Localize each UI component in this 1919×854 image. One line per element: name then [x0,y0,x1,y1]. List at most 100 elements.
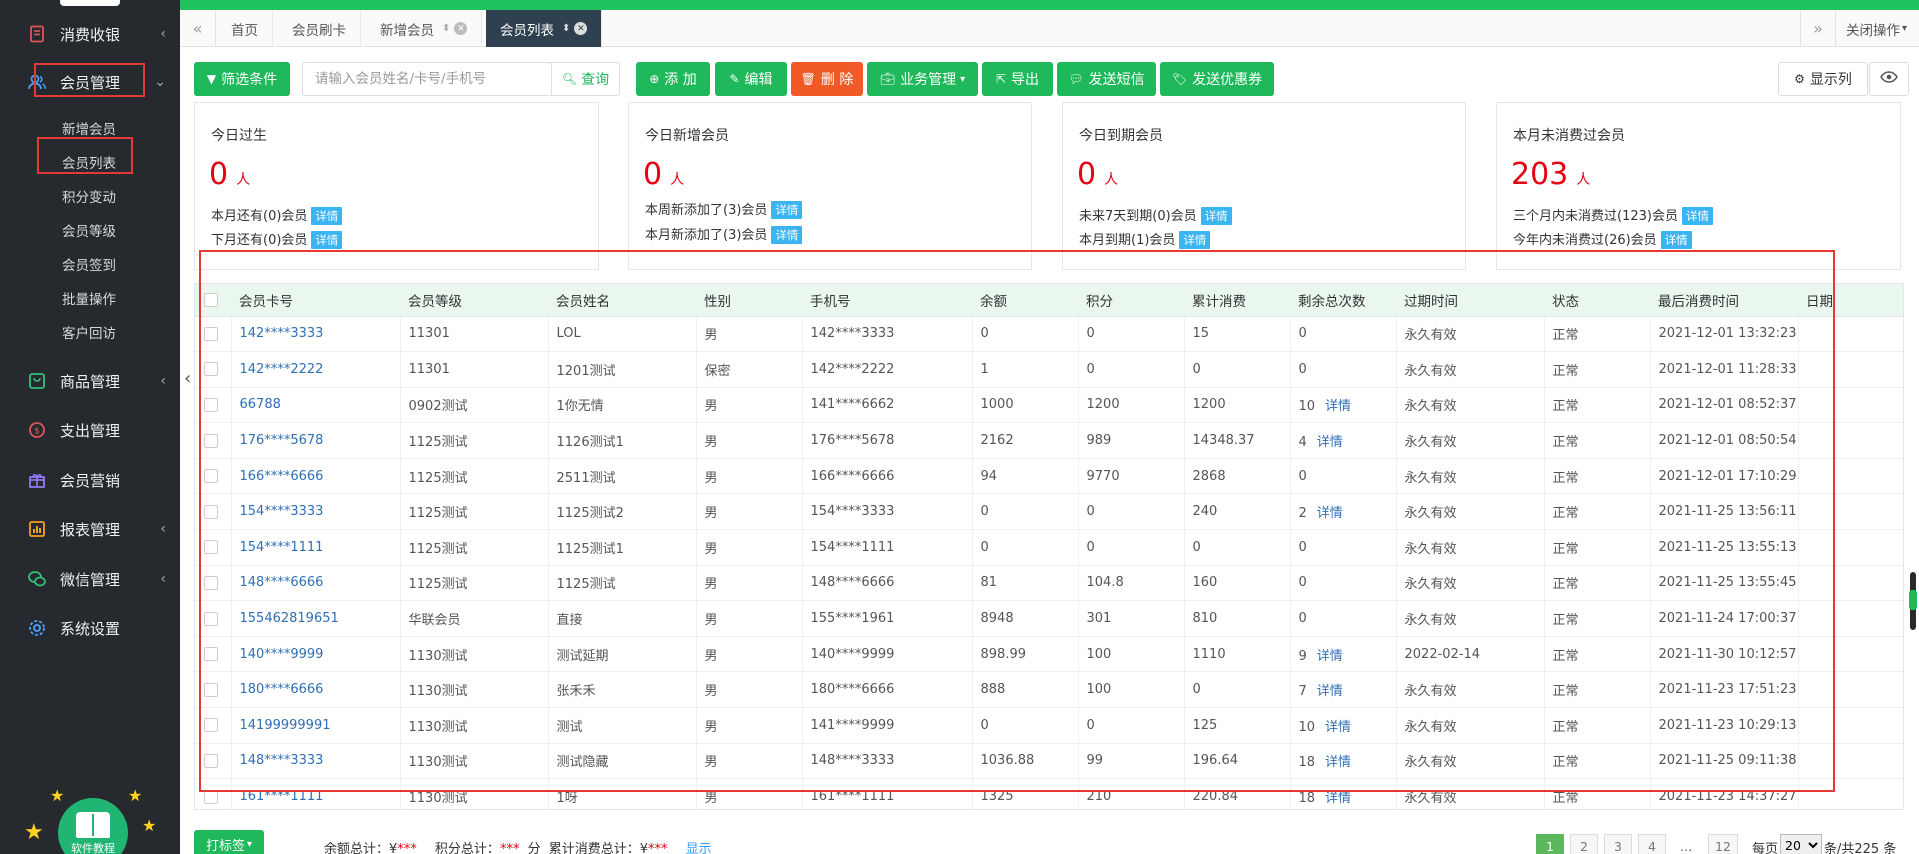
tab-member-swipe[interactable]: 会员刷卡 [278,10,361,47]
tab-scroll-right-button[interactable]: » [1800,10,1836,47]
row-checkbox[interactable] [204,647,218,662]
tab-scroll-left-button[interactable]: « [180,10,216,47]
row-checkbox[interactable] [204,469,218,484]
detail-badge[interactable]: 详情 [1179,231,1211,249]
detail-link[interactable]: 详情 [1317,649,1343,664]
page-button-1[interactable]: 1 [1536,834,1564,854]
query-button[interactable]: 🔍︎ 查询 [551,63,619,95]
menu-system-settings[interactable]: 系统设置 [0,606,180,650]
send-sms-button[interactable]: 💬︎ 发送短信 [1057,62,1156,96]
table-row[interactable]: 148****3333 1130测试 测试隐藏 男 148****3333 1036.88… [195,743,1903,780]
column-header[interactable]: 状态 [1544,284,1650,317]
submenu-batch-operation[interactable]: 批量操作 [62,288,116,308]
menu-report-management[interactable]: 报表管理 ‹ [0,507,180,551]
table-row[interactable]: 14199999991 1130测试 测试 男 141****9999 0 0 125 10 详情… [195,707,1903,744]
close-icon[interactable]: ✕ [454,22,468,35]
tab-member-list[interactable]: 会员列表 ⬍ ✕ [486,10,603,47]
detail-link[interactable]: 详情 [1325,791,1351,806]
card-number-cell[interactable]: 142****3333 [231,316,401,353]
card-number-cell[interactable]: 176****5678 [231,422,401,459]
column-header[interactable]: 最后消费时间 [1650,284,1798,317]
row-checkbox[interactable] [204,789,218,804]
card-number-cell[interactable]: 148****6666 [231,565,401,602]
card-number-cell-text[interactable]: 140****9999 [240,647,324,662]
card-number-cell-text[interactable]: 176****5678 [240,433,324,448]
card-number-cell[interactable]: 154****1111 [231,529,401,566]
detail-badge[interactable]: 详情 [1660,231,1692,249]
detail-link[interactable]: 详情 [1325,720,1351,735]
row-checkbox[interactable] [204,718,218,733]
row-checkbox[interactable] [204,753,218,768]
submenu-member-checkin[interactable]: 会员签到 [62,254,116,274]
card-number-cell-text[interactable]: 155462819651 [240,611,339,626]
submenu-add-member[interactable]: 新增会员 [62,118,116,138]
card-number-cell-text[interactable]: 142****2222 [240,362,324,377]
detail-link[interactable]: 详情 [1317,506,1343,521]
card-number-cell[interactable]: 180****6666 [231,671,401,709]
card-number-cell-text[interactable]: 180****6666 [240,682,324,697]
menu-expense-management[interactable]: $ 支出管理 [0,408,180,452]
tab-home[interactable]: 首页 [217,10,273,47]
search-input[interactable] [303,63,553,95]
column-header[interactable]: 会员等级 [400,284,548,317]
close-operations-button[interactable]: 关闭操作 ▾ [1846,10,1907,47]
card-number-cell-text[interactable]: 148****6666 [240,575,324,590]
column-header[interactable]: 余额 [972,284,1078,317]
menu-wechat-management[interactable]: 微信管理 ‹ [0,557,180,601]
card-number-cell-text[interactable]: 166****6666 [240,469,324,484]
table-row[interactable]: 140****9999 1130测试 测试延期 男 140****9999 898.99 1… [195,636,1903,673]
column-header[interactable]: 剩余总次数 [1290,284,1396,317]
display-columns-button[interactable]: ⚙ 显示列 [1778,62,1868,96]
row-checkbox[interactable] [204,611,218,626]
row-checkbox[interactable] [204,682,218,697]
card-number-cell[interactable]: 161****1111 [231,778,401,809]
card-number-cell-text[interactable]: 154****1111 [240,540,324,555]
menu-member-management[interactable]: 会员管理 ⌄ [0,60,180,104]
detail-link[interactable]: 详情 [1317,435,1343,450]
table-row[interactable]: 142****2222 11301 1201测试 保密 142****2222 1 0 0 0 永… [195,351,1903,388]
submenu-member-level[interactable]: 会员等级 [62,220,116,240]
tutorial-button[interactable]: 软件教程 [58,798,128,854]
card-number-cell[interactable]: 142****2222 [231,351,401,388]
column-header[interactable]: 会员姓名 [548,284,696,317]
row-checkbox[interactable] [204,540,218,555]
column-header[interactable]: 过期时间 [1396,284,1544,317]
column-header[interactable]: 手机号 [802,284,972,317]
column-header[interactable]: 积分 [1078,284,1184,317]
detail-link[interactable]: 详情 [1317,684,1343,699]
column-header[interactable]: 累计消费 [1184,284,1290,317]
card-number-cell[interactable]: 155462819651 [231,600,401,637]
table-row[interactable]: 154****3333 1125测试 1125测试2 男 154****3333 0 0 24… [195,493,1903,531]
row-checkbox[interactable] [204,397,218,412]
detail-badge[interactable]: 详情 [771,201,803,219]
card-number-cell-text[interactable]: 142****3333 [240,326,324,341]
page-button-2[interactable]: 2 [1570,834,1598,854]
detail-badge[interactable]: 详情 [1681,207,1713,225]
pin-icon[interactable]: ⬍ [562,23,570,34]
close-icon[interactable]: ✕ [574,22,588,35]
detail-badge[interactable]: 详情 [311,207,343,225]
scrollbar-thumb[interactable] [1909,590,1917,610]
card-number-cell[interactable]: 154****3333 [231,493,401,531]
detail-badge[interactable]: 详情 [771,226,803,244]
detail-badge[interactable]: 详情 [1200,207,1232,225]
send-coupon-button[interactable]: 🏷︎ 发送优惠券 [1160,62,1274,96]
toggle-view-button[interactable] [1869,62,1909,96]
row-checkbox[interactable] [204,362,218,377]
detail-badge[interactable]: 详情 [311,231,343,249]
table-row[interactable]: 161****1111 1130测试 1呀 男 161****1111 1325 210 22… [195,778,1903,809]
card-number-cell-text[interactable]: 161****1111 [240,789,324,804]
tab-add-member[interactable]: 新增会员 ⬍ ✕ [366,10,483,47]
show-totals-link[interactable]: 显示 [686,842,712,854]
menu-member-marketing[interactable]: 会员营销 [0,458,180,502]
card-number-cell[interactable]: 14199999991 [231,707,401,744]
select-all-checkbox[interactable] [204,292,218,307]
table-row[interactable]: 142****3333 11301 LOL 男 142****3333 0 0 15 0 永久有效… [195,316,1903,353]
row-checkbox[interactable] [204,326,218,341]
table-row[interactable]: 180****6666 1130测试 张禾禾 男 180****6666 888 100 0 7… [195,671,1903,709]
collapse-sidebar-arrow[interactable]: ‹ [184,368,191,389]
export-button[interactable]: ⇱ 导出 [982,62,1053,96]
page-button-last[interactable]: 12 [1708,834,1738,854]
card-number-cell[interactable]: 66788 [231,387,401,424]
row-checkbox[interactable] [204,433,218,448]
